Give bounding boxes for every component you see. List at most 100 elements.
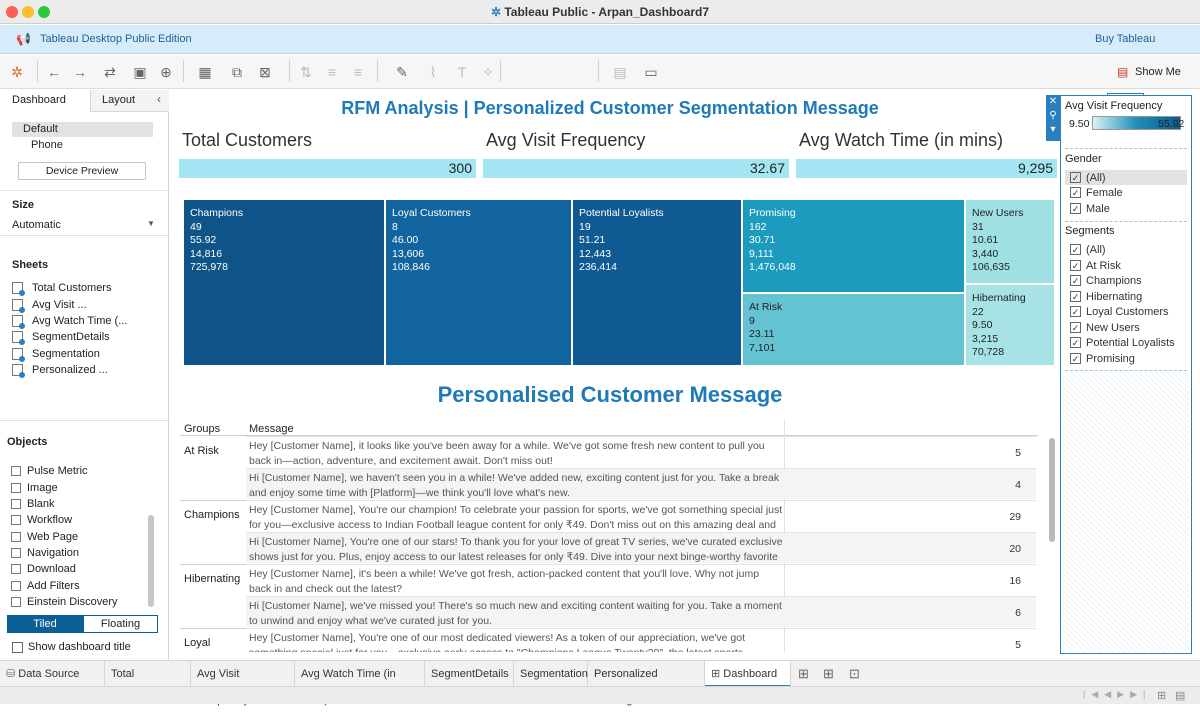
tab-layout[interactable]: Layout ‹ [90, 90, 169, 112]
checkbox[interactable]: ✓ [1070, 291, 1081, 302]
tab-data-source[interactable]: ⛁ Data Source [0, 661, 105, 687]
checkbox[interactable]: ✓ [1070, 275, 1081, 286]
treemap-cell-champions[interactable]: Champions 49 55.92 14,816 725,978 [183, 199, 385, 366]
checkbox[interactable]: ✓ [1070, 337, 1081, 348]
object-item[interactable]: Download [11, 561, 76, 576]
tab-sheet[interactable]: Avg Watch Time (in mins) [295, 661, 425, 706]
sheet-navigation-icon[interactable]: |◀◀▶▶| [1083, 689, 1151, 700]
table-row[interactable]: Hi [Customer Name], You're one of our st… [246, 532, 1036, 563]
tab-dashboard-1[interactable]: ⊞ Dashboard 1 [705, 661, 791, 706]
sheet-item[interactable]: Total Customers [12, 280, 111, 296]
size-dropdown[interactable]: Automatic [12, 219, 61, 231]
filter-option[interactable]: ✓ Champions [1070, 273, 1142, 288]
treemap-cell-promising[interactable]: Promising 162 30.71 9,111 1,476,048 [742, 199, 965, 293]
filter-option[interactable]: ✓ At Risk [1070, 258, 1121, 273]
new-datasource-icon[interactable]: ⊕ [157, 63, 175, 81]
floating-button[interactable]: Floating [83, 615, 158, 633]
checkbox[interactable]: ✓ [1070, 244, 1081, 255]
filter-option[interactable]: ✓ Loyal Customers [1070, 304, 1169, 319]
grid-view-icon[interactable]: ⊞ [1157, 689, 1166, 702]
tab-sheet[interactable]: SegmentDetails [425, 661, 514, 687]
highlight-icon[interactable]: ✎ [390, 63, 414, 81]
buy-tableau-link[interactable]: Buy Tableau [1095, 33, 1155, 45]
table-row[interactable]: Hey [Customer Name], You're one of our m… [246, 628, 1036, 652]
filter-option[interactable]: ✓ Female [1070, 185, 1123, 200]
sheet-item[interactable]: Personalized ... [12, 362, 108, 378]
new-worksheet-icon[interactable]: ⊞ [798, 666, 809, 682]
object-item[interactable]: Web Page [11, 529, 78, 544]
save-icon[interactable]: ▣ [131, 63, 149, 81]
more-options-icon[interactable]: ▾ [1046, 123, 1060, 137]
object-item[interactable]: Workflow [11, 512, 72, 527]
checkbox[interactable]: ✓ [1070, 353, 1081, 364]
filter-option[interactable]: ✓ Male [1070, 201, 1110, 216]
duplicate-icon[interactable]: ⧉ [228, 63, 246, 81]
tab-dashboard[interactable]: Dashboard [0, 90, 90, 112]
show-title-checkbox[interactable]: Show dashboard title [12, 641, 131, 653]
treemap-cell-hibernating[interactable]: Hibernating 22 9.50 3,215 70,728 [965, 284, 1055, 366]
filter-option[interactable]: ✓ Potential Loyalists [1070, 335, 1175, 350]
tab-sheet[interactable]: Avg Visit Frequency [191, 661, 295, 706]
tab-sheet[interactable]: Personalized Message [588, 661, 705, 706]
kpi-value-bar[interactable]: 300 [179, 159, 476, 178]
device-preview-button[interactable]: Device Preview [18, 162, 146, 180]
object-item[interactable]: Image [11, 480, 58, 495]
tab-sheet[interactable]: Total Customers [105, 661, 191, 706]
object-item[interactable]: Navigation [11, 545, 79, 560]
treemap-cell-potential-loyalists[interactable]: Potential Loyalists 19 51.21 12,443 236,414 [572, 199, 742, 366]
new-worksheet-icon[interactable]: ▦ [193, 63, 217, 81]
object-item[interactable]: Add Filters [11, 578, 80, 593]
table-row[interactable]: Hi [Customer Name], we've missed you! Th… [246, 596, 1036, 627]
collapse-pane-icon[interactable]: ‹ [157, 92, 161, 106]
table-row[interactable]: Hi [Customer Name], we haven't seen you … [246, 468, 1036, 499]
tiled-button[interactable]: Tiled [7, 615, 83, 633]
treemap-cell-new-users[interactable]: New Users 31 10.61 3,440 106,635 [965, 199, 1055, 284]
object-item[interactable]: Pulse Metric [11, 463, 88, 478]
checkbox[interactable]: ✓ [1070, 260, 1081, 271]
checkbox[interactable] [12, 641, 23, 653]
sheet-item[interactable]: Avg Watch Time (... [12, 313, 127, 329]
filter-option[interactable]: ✓ (All) [1070, 242, 1106, 257]
kpi-value-bar[interactable]: 32.67 [483, 159, 789, 178]
container-controls[interactable]: ✕ ⚲ ▾ [1046, 95, 1060, 141]
tableau-home-icon[interactable]: ✲ [8, 63, 26, 81]
chevron-down-icon[interactable]: ▼ [147, 219, 155, 228]
checkbox[interactable]: ✓ [1070, 187, 1081, 198]
show-me-icon[interactable]: ▤ [1117, 65, 1128, 79]
checkbox[interactable]: ✓ [1070, 322, 1081, 333]
undo-icon[interactable]: ← [45, 63, 63, 81]
checkbox[interactable]: ✓ [1070, 306, 1081, 317]
remove-icon[interactable]: ✕ [1046, 95, 1060, 109]
sheet-item[interactable]: Avg Visit ... [12, 297, 87, 313]
table-row[interactable]: Hey [Customer Name], it looks like you'v… [246, 436, 1036, 467]
table-row[interactable]: Hey [Customer Name], it's been a while! … [246, 564, 1036, 595]
tab-sheet[interactable]: Segmentation [514, 661, 588, 687]
replay-icon[interactable]: ⇄ [98, 63, 122, 81]
sheet-item[interactable]: SegmentDetails [12, 329, 110, 345]
checkbox[interactable]: ✓ [1070, 172, 1081, 183]
object-item[interactable]: Einstein Discovery [11, 594, 117, 609]
kpi-value-bar[interactable]: 9,295 [796, 159, 1057, 178]
treemap-cell-at-risk[interactable]: At Risk 9 23.11 7,101 [742, 293, 965, 366]
list-view-icon[interactable]: ▤ [1175, 689, 1185, 702]
new-story-icon[interactable]: ⊡ [849, 666, 860, 682]
show-me-button[interactable]: Show Me [1135, 66, 1181, 78]
filter-option[interactable]: ✓ Promising [1070, 351, 1135, 366]
new-dashboard-icon[interactable]: ⊞ [823, 666, 834, 682]
presentation-icon[interactable]: ▭ [642, 63, 660, 81]
treemap-cell-loyal-customers[interactable]: Loyal Customers 8 46.00 13,606 108,846 [385, 199, 572, 366]
pin-icon[interactable]: ⚲ [1046, 109, 1060, 123]
sheet-item[interactable]: Segmentation [12, 346, 100, 362]
table-scrollbar-thumb[interactable] [1049, 438, 1055, 542]
filter-option[interactable]: ✓ (All) [1070, 170, 1106, 185]
object-item[interactable]: Blank [11, 496, 55, 511]
objects-scrollbar[interactable] [148, 515, 154, 607]
clear-icon[interactable]: ⊠ [253, 63, 277, 81]
filter-option[interactable]: ✓ Hibernating [1070, 289, 1142, 304]
device-phone[interactable]: Phone [31, 139, 63, 151]
device-default[interactable]: Default [12, 122, 153, 137]
redo-icon[interactable]: → [71, 63, 89, 81]
table-row[interactable]: Hey [Customer Name], You're our champion… [246, 500, 1036, 531]
checkbox[interactable]: ✓ [1070, 203, 1081, 214]
filter-option[interactable]: ✓ New Users [1070, 320, 1140, 335]
